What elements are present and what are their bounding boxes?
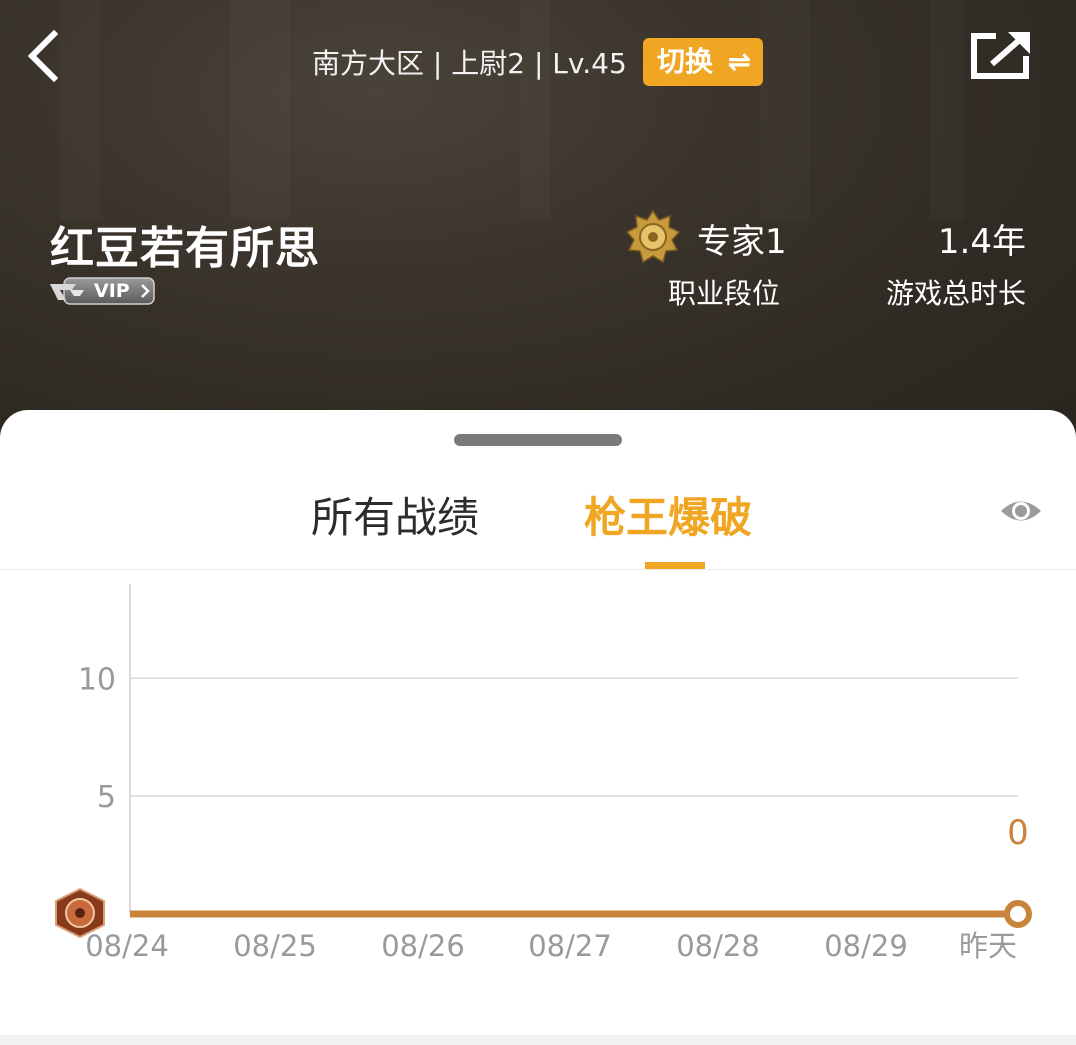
switch-button-label: 切换 [657, 45, 714, 78]
rank-name: 专家1 [697, 222, 787, 262]
x-tick-label: 08/27 [528, 929, 612, 963]
line-chart: 5 10 0 08/24 08/25 08/26 08/27 08/28 08/29 昨天 [55, 584, 1032, 963]
server-info: 南方大区 | 上尉2 | Lv.45 [312, 47, 627, 80]
x-tick-label: 08/26 [381, 929, 465, 963]
switch-arrows-icon: ⇌ [727, 45, 751, 78]
app-root: 南方大区 | 上尉2 | Lv.45 切换 ⇌ 红豆若有所思 VIP 专家1 职… [0, 0, 1076, 1045]
rank-label: 职业段位 [668, 277, 781, 310]
series-line: 0 [130, 813, 1032, 928]
x-tick-label: 08/25 [233, 929, 317, 963]
background-texture [230, 0, 290, 220]
last-value-label: 0 [1007, 813, 1029, 853]
vip-label: VIP [94, 280, 130, 302]
playtime-label: 游戏总时长 [885, 277, 1026, 310]
last-data-point [1004, 900, 1032, 928]
x-tick-label: 08/28 [676, 929, 760, 963]
gridlines [130, 677, 1018, 797]
x-tick-label: 昨天 [959, 929, 1017, 963]
y-tick-label: 10 [78, 662, 116, 697]
y-tick-labels: 5 10 [78, 662, 116, 815]
eye-icon [1001, 501, 1041, 521]
vip-badge[interactable]: VIP [50, 276, 156, 306]
background-texture [760, 0, 810, 220]
rank-emblem-icon [625, 209, 681, 264]
y-tick-label: 5 [97, 780, 116, 815]
switch-server-button[interactable]: 切换 ⇌ [643, 38, 763, 86]
visibility-toggle-button[interactable] [998, 490, 1044, 532]
chevron-left-icon [27, 29, 59, 83]
player-name: 红豆若有所思 [50, 223, 320, 274]
back-button[interactable] [22, 26, 78, 86]
tab-all-records[interactable]: 所有战绩 [311, 484, 479, 545]
x-tick-label: 08/24 [85, 929, 169, 963]
share-icon [971, 32, 1030, 79]
sheet-drag-handle[interactable] [454, 434, 622, 446]
share-button[interactable] [966, 28, 1034, 84]
x-tick-labels: 08/24 08/25 08/26 08/27 08/28 08/29 昨天 [85, 929, 1017, 963]
playtime-value: 1.4年 [937, 222, 1026, 262]
background-texture [930, 0, 965, 220]
background-texture [520, 0, 550, 220]
bottom-strip [0, 1035, 1076, 1045]
tab-sniper-demolition[interactable]: 枪王爆破 [584, 484, 752, 545]
x-tick-label: 08/29 [824, 929, 908, 963]
active-tab-indicator [645, 562, 705, 569]
